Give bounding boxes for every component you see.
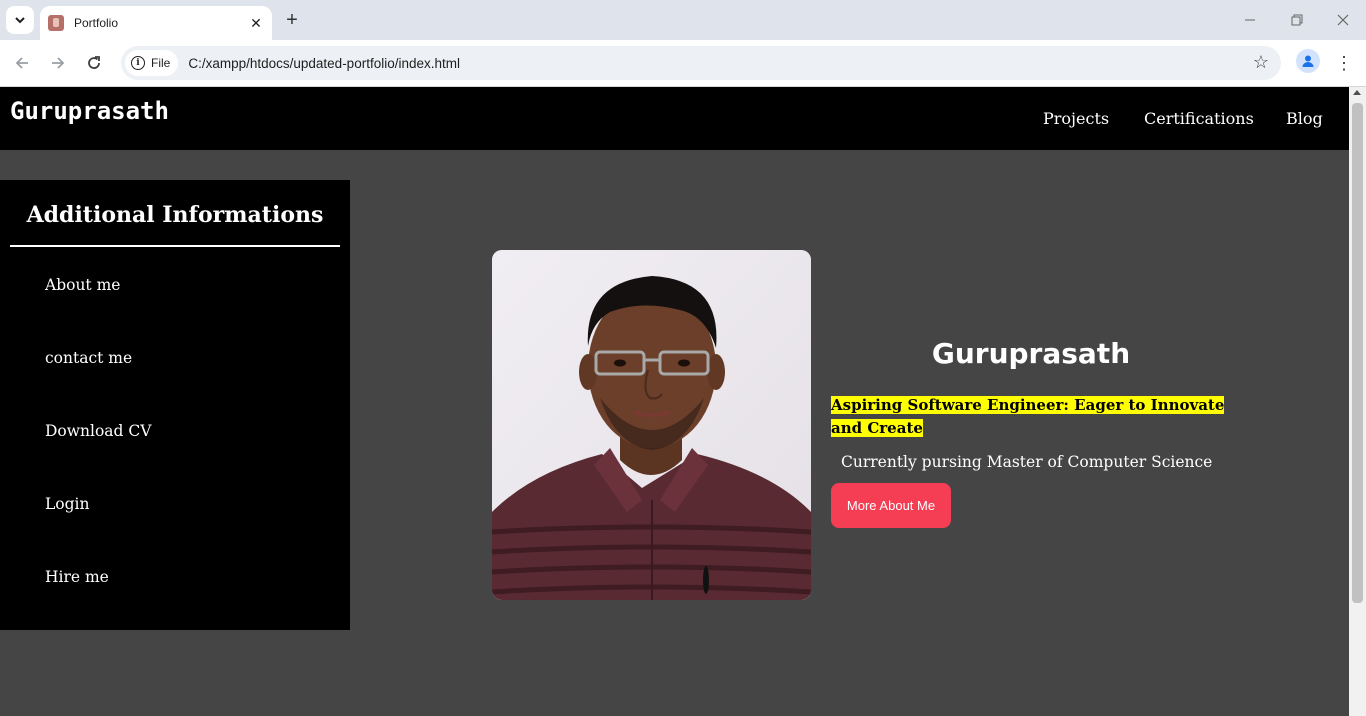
profile-avatar-icon[interactable] bbox=[1296, 49, 1320, 73]
nav-link-certifications[interactable]: Certifications bbox=[1144, 109, 1254, 128]
tab-search-button[interactable] bbox=[6, 6, 34, 34]
minimize-icon[interactable] bbox=[1236, 6, 1264, 34]
chevron-down-icon bbox=[15, 17, 25, 24]
sidebar-item-contact-me[interactable]: contact me bbox=[45, 349, 132, 367]
sidebar-item-hire-me[interactable]: Hire me bbox=[45, 568, 109, 586]
nav-link-blog[interactable]: Blog bbox=[1286, 109, 1323, 128]
reload-icon[interactable] bbox=[80, 49, 108, 77]
bookmark-star-icon[interactable]: ☆ bbox=[1253, 52, 1269, 73]
info-icon: i bbox=[131, 56, 145, 70]
hero-name: Guruprasath bbox=[931, 337, 1131, 370]
hero-tagline: Aspiring Software Engineer: Eager to Inn… bbox=[831, 394, 1251, 440]
url-text[interactable]: C:/xampp/htdocs/updated-portfolio/index.… bbox=[188, 56, 460, 71]
profile-photo bbox=[492, 250, 811, 600]
sidebar: Additional Informations About me contact… bbox=[0, 180, 350, 630]
more-menu-icon[interactable]: ⋮ bbox=[1332, 49, 1356, 77]
tab-strip: Portfolio ✕ + bbox=[0, 0, 1366, 40]
scroll-up-arrow-icon[interactable] bbox=[1353, 90, 1361, 95]
forward-arrow-icon[interactable] bbox=[44, 49, 72, 77]
browser-toolbar: i File C:/xampp/htdocs/updated-portfolio… bbox=[0, 40, 1366, 87]
page-viewport: Guruprasath Projects Certifications Blog… bbox=[0, 87, 1349, 716]
nav-link-projects[interactable]: Projects bbox=[1043, 109, 1109, 128]
site-info-chip[interactable]: i File bbox=[125, 50, 179, 76]
tagline-text: Aspiring Software Engineer: Eager to Inn… bbox=[831, 396, 1225, 437]
site-header: Guruprasath Projects Certifications Blog bbox=[0, 87, 1349, 150]
close-window-icon[interactable] bbox=[1329, 6, 1357, 34]
sidebar-divider bbox=[10, 245, 340, 247]
site-chip-label: File bbox=[151, 56, 171, 70]
sidebar-item-about-me[interactable]: About me bbox=[45, 276, 120, 294]
sidebar-item-login[interactable]: Login bbox=[45, 495, 90, 513]
brand-logo[interactable]: Guruprasath bbox=[10, 97, 169, 125]
sidebar-title: Additional Informations bbox=[26, 202, 324, 228]
portfolio-favicon-icon bbox=[48, 15, 64, 31]
more-about-me-button[interactable]: More About Me bbox=[831, 483, 951, 528]
back-arrow-icon[interactable] bbox=[8, 49, 36, 77]
restore-icon[interactable] bbox=[1283, 6, 1311, 34]
active-tab[interactable]: Portfolio ✕ bbox=[40, 6, 272, 40]
address-bar[interactable]: i File C:/xampp/htdocs/updated-portfolio… bbox=[121, 46, 1281, 80]
new-tab-button[interactable]: + bbox=[280, 8, 304, 32]
tab-title: Portfolio bbox=[74, 16, 119, 30]
scrollbar-thumb[interactable] bbox=[1352, 103, 1363, 603]
sidebar-item-download-cv[interactable]: Download CV bbox=[45, 422, 151, 440]
close-tab-icon[interactable]: ✕ bbox=[248, 15, 264, 31]
hero-subtitle: Currently pursing Master of Computer Sci… bbox=[841, 453, 1213, 471]
vertical-scrollbar[interactable] bbox=[1349, 87, 1366, 716]
